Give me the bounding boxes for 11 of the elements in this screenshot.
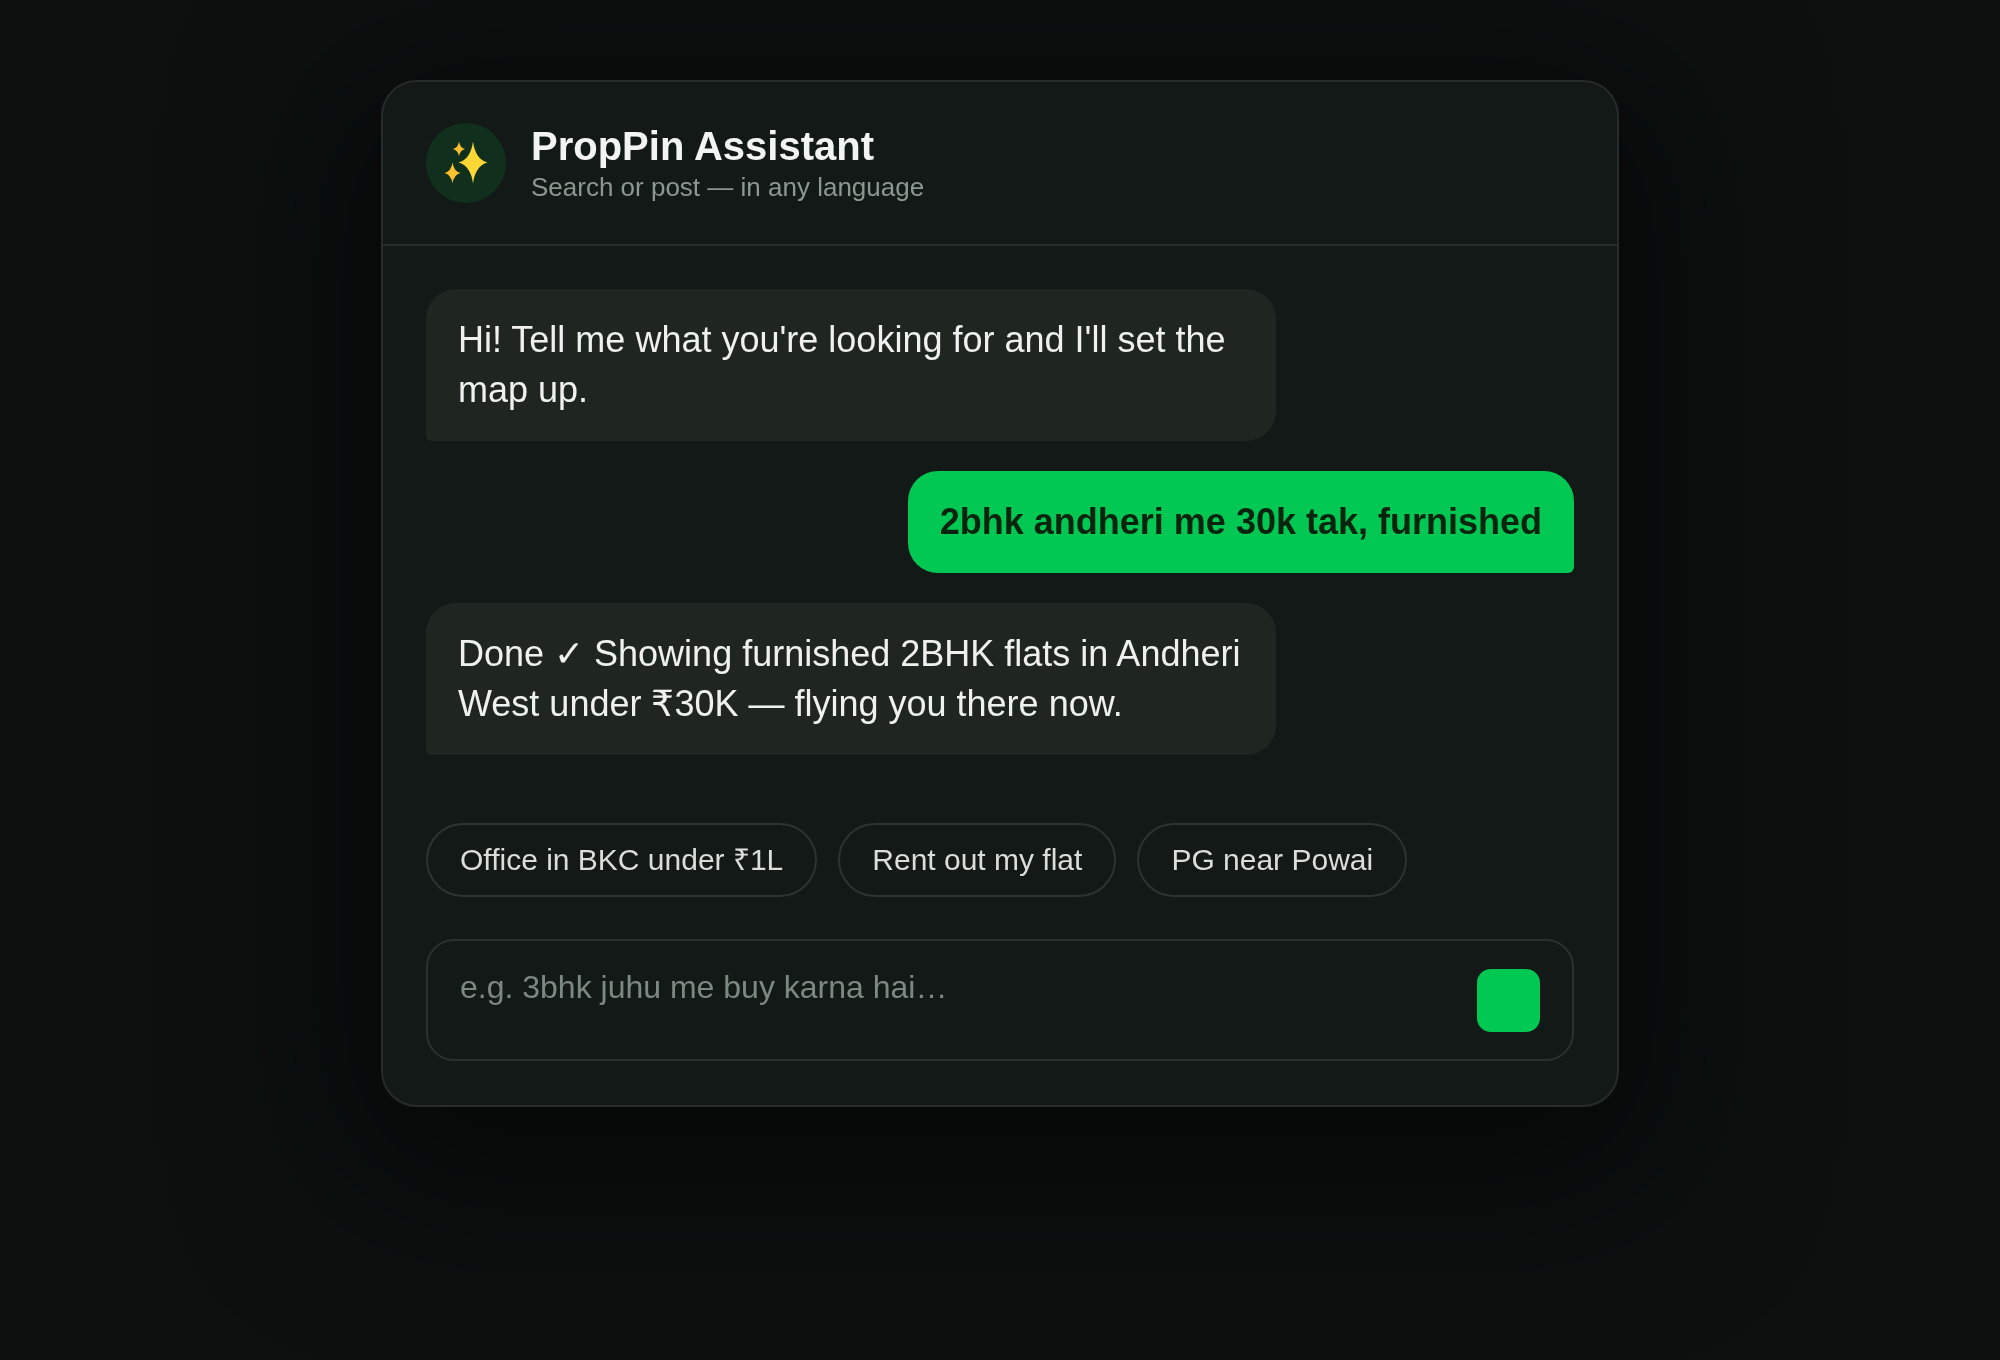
user-message: 2bhk andheri me 30k tak, furnished [907, 471, 1574, 573]
send-button[interactable] [1477, 969, 1540, 1032]
assistant-message: Done ✓ Showing furnished 2BHK flats in Andheri West under ₹30K — flying you there now. [426, 603, 1276, 755]
assistant-subtitle: Search or post — in any language [531, 171, 925, 204]
message-input[interactable]: e.g. 3bhk juhu me buy karna hai… [426, 939, 1574, 1061]
suggestion-chip[interactable]: Rent out my flat [838, 823, 1117, 897]
assistant-title: PropPin Assistant [531, 123, 876, 170]
suggestion-chip[interactable]: Office in BKC under ₹1L [426, 823, 818, 897]
assistant-message: Hi! Tell me what you're looking for and I'll set the map up. [426, 289, 1276, 441]
suggestion-chip[interactable]: PG near Powai [1137, 823, 1408, 897]
sparkles-icon [426, 123, 506, 203]
